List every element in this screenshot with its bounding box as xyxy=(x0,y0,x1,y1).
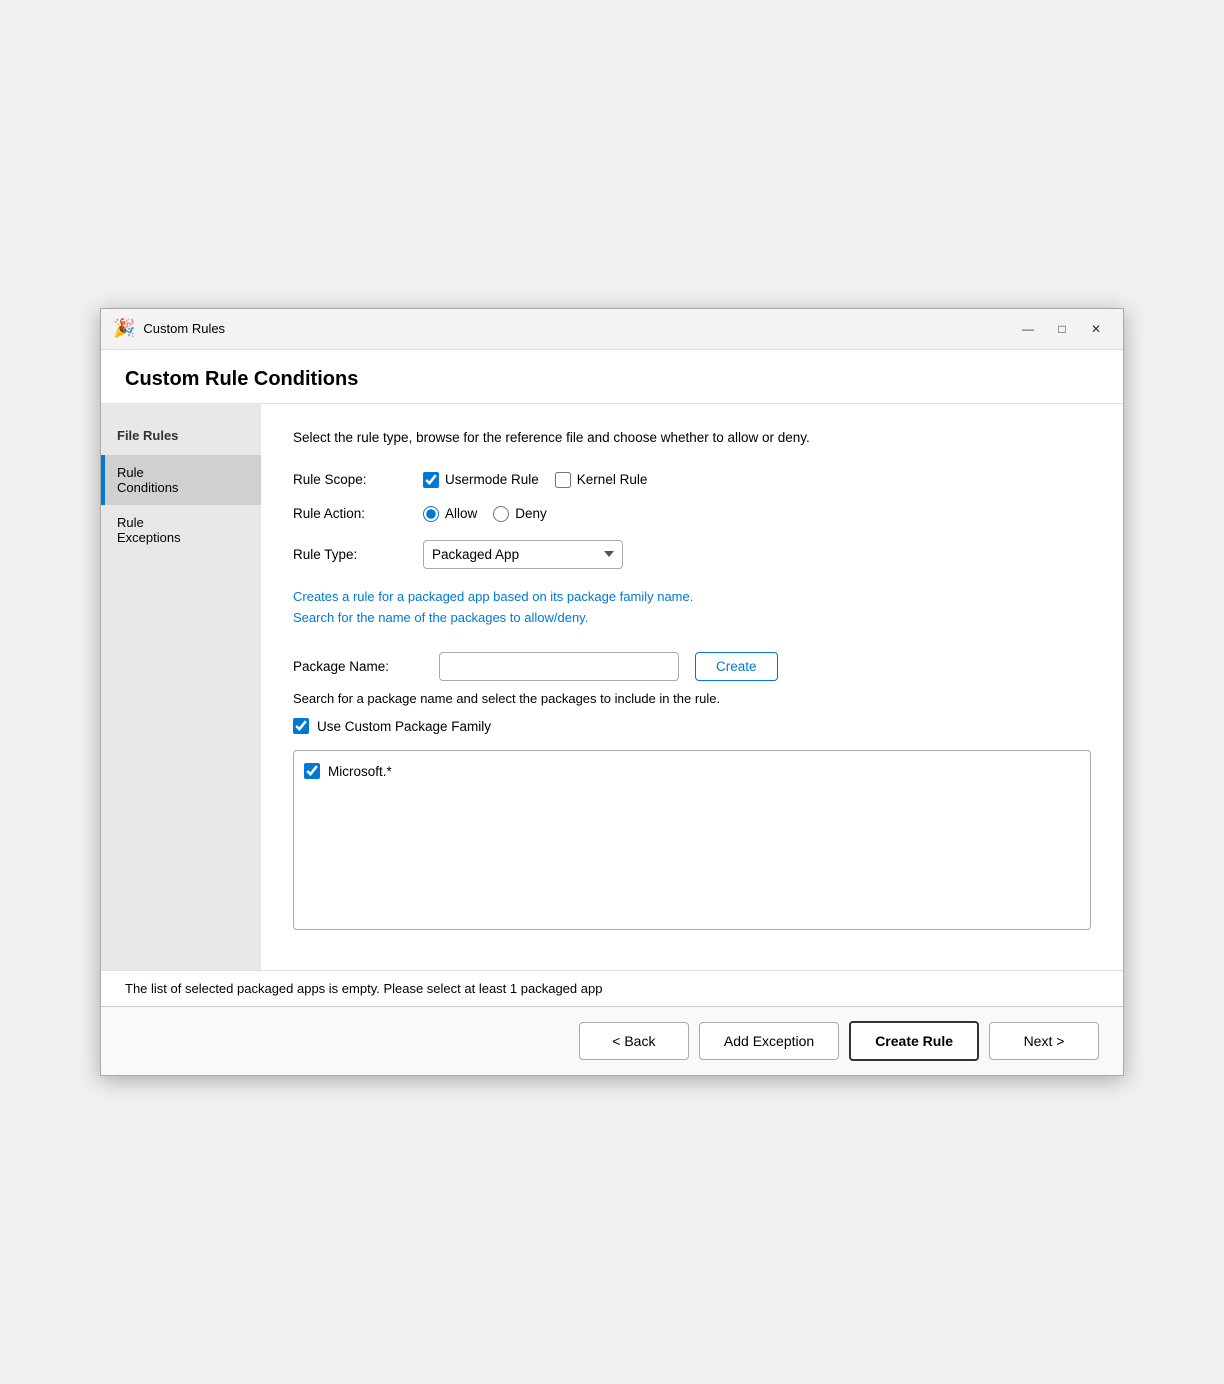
add-exception-button[interactable]: Add Exception xyxy=(699,1022,839,1060)
package-name-input[interactable] xyxy=(439,652,679,681)
bottom-bar: < Back Add Exception Create Rule Next > xyxy=(101,1006,1123,1075)
minimize-button[interactable]: — xyxy=(1013,317,1043,341)
package-name-label: Package Name: xyxy=(293,659,423,674)
usermode-rule-checkbox[interactable] xyxy=(423,472,439,488)
rule-type-row: Rule Type: Publisher Hash Path Packaged … xyxy=(293,540,1091,569)
back-button[interactable]: < Back xyxy=(579,1022,689,1060)
title-bar-controls: — □ ✕ xyxy=(1013,317,1111,341)
create-rule-button[interactable]: Create Rule xyxy=(849,1021,979,1061)
status-bar: The list of selected packaged apps is em… xyxy=(101,970,1123,1006)
main-window: 🎉 Custom Rules — □ ✕ Custom Rule Conditi… xyxy=(100,308,1124,1077)
kernel-rule-checkbox[interactable] xyxy=(555,472,571,488)
custom-family-label: Use Custom Package Family xyxy=(317,719,491,734)
package-item-label: Microsoft.* xyxy=(328,764,392,779)
kernel-rule-label[interactable]: Kernel Rule xyxy=(555,472,648,488)
page-title: Custom Rule Conditions xyxy=(125,368,1099,391)
title-bar-text: Custom Rules xyxy=(143,321,1013,336)
create-button[interactable]: Create xyxy=(695,652,778,681)
usermode-rule-text: Usermode Rule xyxy=(445,472,539,487)
rule-type-label: Rule Type: xyxy=(293,547,423,562)
main-content: Select the rule type, browse for the ref… xyxy=(261,404,1123,971)
sidebar-item-rule-exceptions[interactable]: RuleExceptions xyxy=(101,505,261,555)
rule-type-controls: Publisher Hash Path Packaged App xyxy=(423,540,1091,569)
maximize-button[interactable]: □ xyxy=(1047,317,1077,341)
usermode-rule-label[interactable]: Usermode Rule xyxy=(423,472,539,488)
info-text: Creates a rule for a packaged app based … xyxy=(293,587,1091,629)
description-text: Select the rule type, browse for the ref… xyxy=(293,428,1091,448)
custom-family-row: Use Custom Package Family xyxy=(293,718,1091,734)
status-message: The list of selected packaged apps is em… xyxy=(125,981,602,996)
close-button[interactable]: ✕ xyxy=(1081,317,1111,341)
search-hint: Search for a package name and select the… xyxy=(293,691,1091,706)
sidebar-item-rule-conditions[interactable]: RuleConditions xyxy=(101,455,261,505)
rule-action-row: Rule Action: Allow Deny xyxy=(293,506,1091,522)
title-bar: 🎉 Custom Rules — □ ✕ xyxy=(101,309,1123,350)
kernel-rule-text: Kernel Rule xyxy=(577,472,648,487)
rule-scope-controls: Usermode Rule Kernel Rule xyxy=(423,472,1091,488)
package-name-row: Package Name: Create xyxy=(293,652,1091,681)
deny-radio-label[interactable]: Deny xyxy=(493,506,547,522)
package-item-checkbox[interactable] xyxy=(304,763,320,779)
list-item: Microsoft.* xyxy=(302,759,1082,783)
sidebar-item-label-rule-conditions: RuleConditions xyxy=(105,455,261,505)
packages-list: Microsoft.* xyxy=(293,750,1091,930)
page-header: Custom Rule Conditions xyxy=(101,350,1123,404)
rule-scope-label: Rule Scope: xyxy=(293,472,423,487)
rule-action-label: Rule Action: xyxy=(293,506,423,521)
sidebar: File Rules RuleConditions RuleExceptions xyxy=(101,404,261,971)
content-area: File Rules RuleConditions RuleExceptions… xyxy=(101,404,1123,971)
allow-radio[interactable] xyxy=(423,506,439,522)
next-button[interactable]: Next > xyxy=(989,1022,1099,1060)
rule-scope-row: Rule Scope: Usermode Rule Kernel Rule xyxy=(293,472,1091,488)
allow-radio-text: Allow xyxy=(445,506,477,521)
custom-family-checkbox[interactable] xyxy=(293,718,309,734)
app-icon: 🎉 xyxy=(113,318,135,339)
deny-radio-text: Deny xyxy=(515,506,547,521)
deny-radio[interactable] xyxy=(493,506,509,522)
rule-action-controls: Allow Deny xyxy=(423,506,1091,522)
sidebar-section-label: File Rules xyxy=(101,420,261,455)
allow-radio-label[interactable]: Allow xyxy=(423,506,477,522)
rule-type-select[interactable]: Publisher Hash Path Packaged App xyxy=(423,540,623,569)
sidebar-item-label-rule-exceptions: RuleExceptions xyxy=(105,505,261,555)
